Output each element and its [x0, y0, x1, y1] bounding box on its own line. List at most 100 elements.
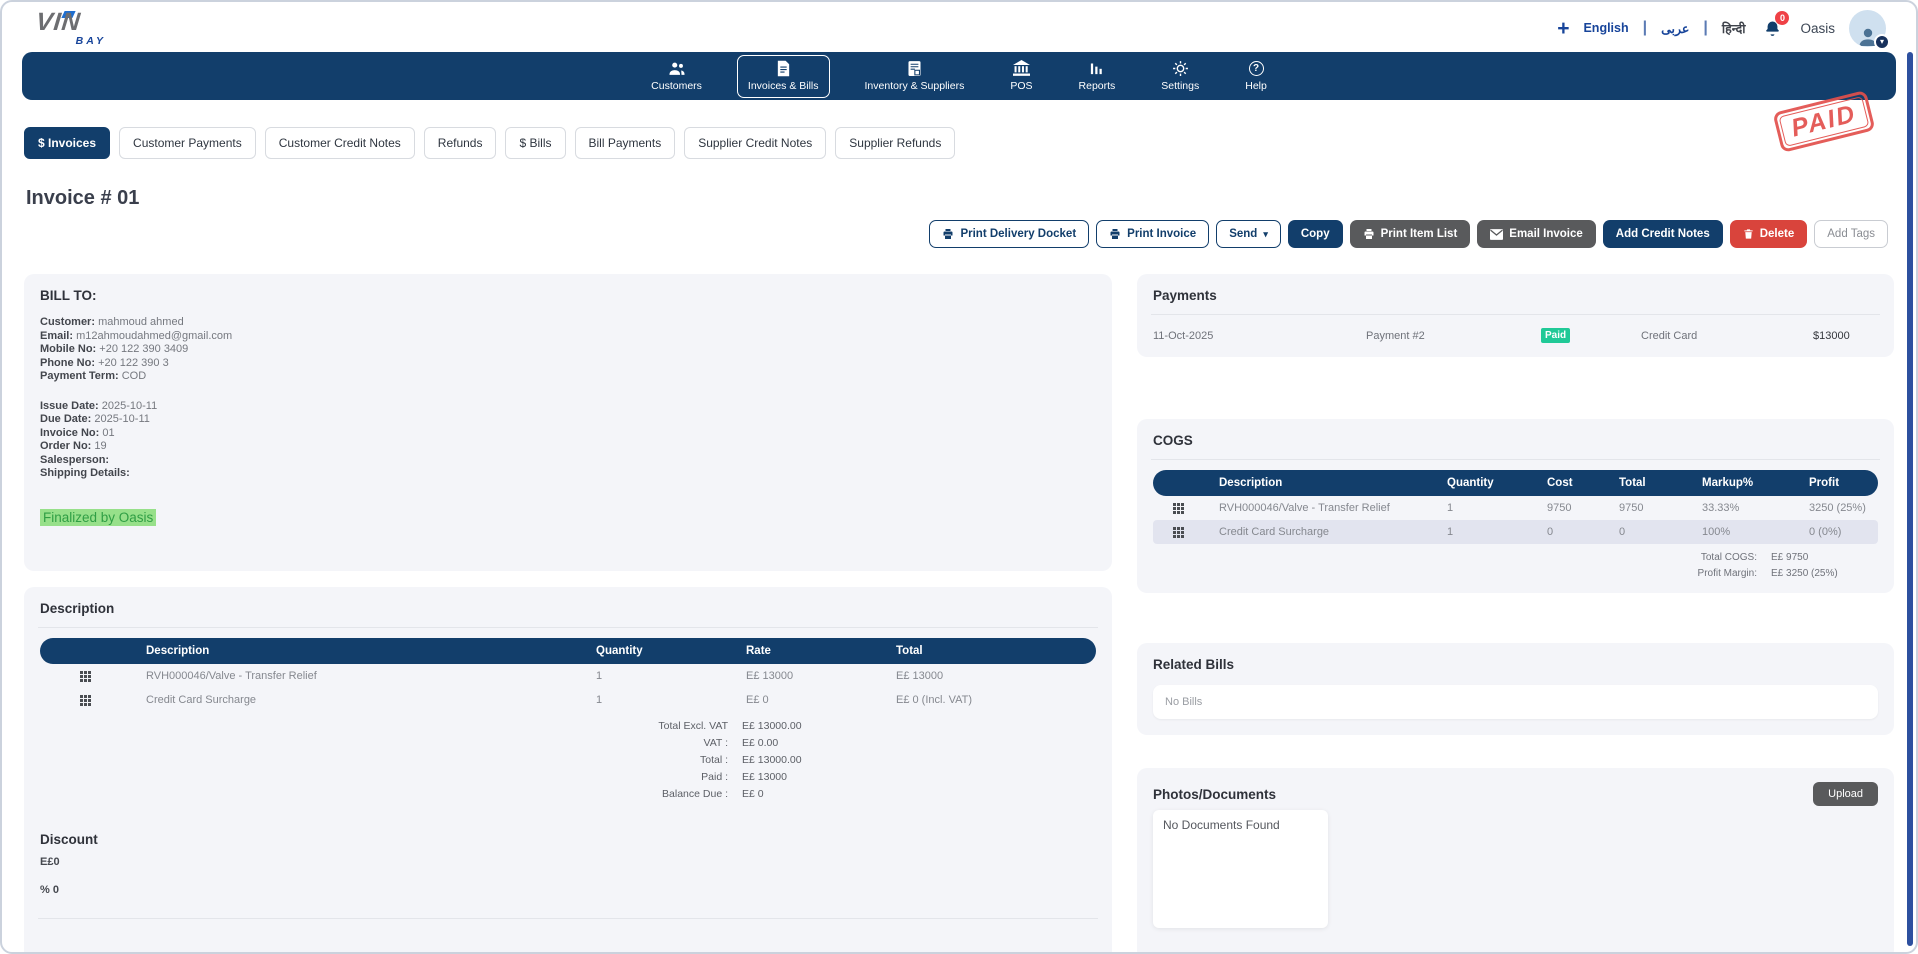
send-dropdown-button[interactable]: Send ▾ — [1216, 220, 1281, 248]
print-delivery-docket-button[interactable]: Print Delivery Docket — [929, 220, 1089, 248]
contact-line: Email: m12ahmoudahmed@gmail.com — [40, 330, 1096, 344]
col-quantity: Quantity — [1431, 470, 1531, 496]
envelope-icon — [1490, 229, 1503, 240]
col-rate: Rate — [730, 638, 880, 664]
payment-row[interactable]: 11-Oct-2025 Payment #2 Paid Credit Card … — [1153, 328, 1878, 343]
nav-settings[interactable]: Settings — [1150, 55, 1210, 98]
col-description: Description — [1203, 470, 1431, 496]
cell-cost: 9750 — [1531, 496, 1603, 520]
cell-description: RVH000046/Valve - Transfer Relief — [130, 664, 580, 688]
col-cost: Cost — [1531, 470, 1603, 496]
cogs-table-header: Description Quantity Cost Total Markup% … — [1153, 470, 1878, 496]
customers-icon — [668, 60, 686, 77]
button-label: Print Delivery Docket — [960, 228, 1076, 240]
invoice-actions: Print Delivery Docket Print Invoice Send… — [30, 220, 1888, 248]
cogs-totals: Total COGS:E£ 9750 Profit Margin:E£ 3250… — [1153, 552, 1878, 579]
user-avatar[interactable]: ▾ — [1849, 10, 1886, 47]
drag-handle-icon[interactable] — [80, 695, 83, 698]
button-label: Print Item List — [1381, 228, 1458, 240]
printer-icon — [942, 228, 954, 240]
bill-to-card: BILL TO: Customer: mahmoud ahmed Email: … — [24, 274, 1112, 571]
username: Oasis — [1800, 21, 1835, 36]
meta-line: Issue Date: 2025-10-11 — [40, 400, 1096, 414]
print-invoice-button[interactable]: Print Invoice — [1096, 220, 1209, 248]
bill-to-contact: Customer: mahmoud ahmed Email: m12ahmoud… — [40, 316, 1096, 384]
cell-rate: E£ 0 — [730, 688, 880, 712]
nav-invoices-bills[interactable]: Invoices & Bills — [737, 55, 830, 98]
nav-label: POS — [1010, 80, 1032, 92]
tab-supplier-refunds[interactable]: Supplier Refunds — [835, 127, 955, 159]
contact-line: Payment Term: COD — [40, 370, 1096, 384]
tab-bills[interactable]: $ Bills — [505, 127, 565, 159]
tab-invoices[interactable]: $ Invoices — [24, 127, 110, 159]
nav-label: Reports — [1079, 80, 1116, 92]
language-hindi[interactable]: हिन्दी — [1722, 20, 1746, 37]
printer-icon — [1109, 228, 1121, 240]
plus-icon[interactable]: + — [1557, 18, 1569, 39]
cogs-title: COGS — [1153, 433, 1878, 448]
bill-to-title: BILL TO: — [40, 288, 1096, 303]
tab-refunds[interactable]: Refunds — [424, 127, 497, 159]
delete-button[interactable]: Delete — [1730, 220, 1808, 248]
tab-supplier-credit-notes[interactable]: Supplier Credit Notes — [684, 127, 826, 159]
nav-label: Invoices & Bills — [748, 80, 819, 92]
table-header-spacer — [1153, 470, 1203, 496]
cell-description: RVH000046/Valve - Transfer Relief — [1203, 496, 1431, 520]
tab-customer-payments[interactable]: Customer Payments — [119, 127, 256, 159]
upload-button[interactable]: Upload — [1813, 782, 1878, 806]
payments-title: Payments — [1153, 288, 1878, 303]
nav-label: Help — [1245, 80, 1267, 92]
documents-empty-box: No Documents Found — [1153, 810, 1328, 928]
nav-customers[interactable]: Customers — [640, 55, 713, 98]
payments-card: Payments 11-Oct-2025 Payment #2 Paid Cre… — [1137, 274, 1894, 357]
total-value: E£ 13000 — [728, 771, 948, 783]
payment-date: 11-Oct-2025 — [1153, 330, 1366, 342]
add-tags-button[interactable]: Add Tags — [1814, 220, 1888, 248]
cell-quantity: 1 — [580, 664, 730, 688]
discount-percent: % 0 — [40, 884, 1096, 896]
scrollbar[interactable] — [1907, 52, 1913, 946]
nav-label: Customers — [651, 80, 702, 92]
nav-inventory-suppliers[interactable]: Inventory & Suppliers — [854, 55, 976, 98]
tab-customer-credit-notes[interactable]: Customer Credit Notes — [265, 127, 415, 159]
description-table-header: Description Quantity Rate Total — [40, 638, 1096, 664]
table-row: RVH000046/Valve - Transfer Relief 1 E£ 1… — [40, 664, 1096, 688]
gear-icon — [1172, 60, 1189, 77]
total-value: E£ 13000.00 — [728, 720, 948, 732]
add-credit-notes-button[interactable]: Add Credit Notes — [1603, 220, 1723, 248]
photos-documents-card: Photos/Documents Upload No Documents Fou… — [1137, 768, 1894, 954]
contact-line: Customer: mahmoud ahmed — [40, 316, 1096, 330]
col-quantity: Quantity — [580, 638, 730, 664]
cell-quantity: 1 — [1431, 496, 1531, 520]
drag-handle-icon[interactable] — [1173, 527, 1176, 530]
discount-amount: E£0 — [40, 856, 1096, 868]
tab-bill-payments[interactable]: Bill Payments — [575, 127, 676, 159]
header-controls: + English | عربى | हिन्दी 0 Oasis ▾ — [1557, 10, 1886, 47]
total-value: E£ 13000.00 — [728, 754, 948, 766]
nav-help[interactable]: ? Help — [1234, 55, 1278, 98]
language-english[interactable]: English — [1583, 21, 1628, 35]
drag-handle-icon[interactable] — [80, 671, 83, 674]
related-bills-empty: No Bills — [1153, 685, 1878, 719]
print-item-list-button[interactable]: Print Item List — [1350, 220, 1471, 248]
email-invoice-button[interactable]: Email Invoice — [1477, 220, 1596, 248]
nav-reports[interactable]: Reports — [1068, 55, 1127, 98]
nav-label: Inventory & Suppliers — [865, 80, 965, 92]
brand-logo[interactable]: VIN BAY — [36, 10, 106, 47]
inventory-icon — [907, 60, 922, 77]
reports-chart-icon — [1089, 60, 1104, 77]
cell-total: E£ 0 (Incl. VAT) — [880, 688, 1096, 712]
copy-button[interactable]: Copy — [1288, 220, 1343, 248]
notifications-bell[interactable]: 0 — [1763, 18, 1782, 38]
language-arabic[interactable]: عربى — [1661, 21, 1689, 36]
total-label: Profit Margin: — [1153, 568, 1757, 579]
finalized-badge: Finalized by Oasis — [40, 509, 156, 526]
drag-handle-icon[interactable] — [1173, 503, 1176, 506]
separator: | — [1643, 19, 1647, 37]
divider — [1151, 314, 1880, 315]
nav-pos[interactable]: POS — [999, 55, 1043, 98]
col-markup: Markup% — [1686, 470, 1793, 496]
invoice-icon — [776, 60, 791, 77]
table-row: RVH000046/Valve - Transfer Relief 1 9750… — [1153, 496, 1878, 520]
invoice-meta: Issue Date: 2025-10-11 Due Date: 2025-10… — [40, 400, 1096, 481]
